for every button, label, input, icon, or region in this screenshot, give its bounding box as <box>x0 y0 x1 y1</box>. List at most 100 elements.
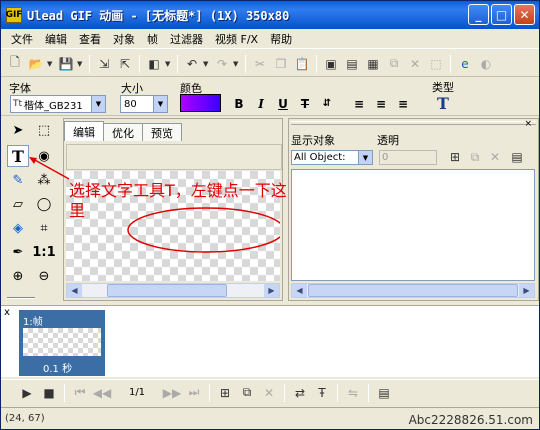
save-dropdown-icon[interactable]: ▼ <box>77 60 85 68</box>
object-filter-select[interactable]: All Object: ▼ <box>291 150 373 165</box>
scroll-thumb[interactable] <box>308 284 518 297</box>
ellipse-select-icon[interactable]: ◯ <box>33 193 55 215</box>
first-frame-icon[interactable]: ⏮ <box>70 383 90 403</box>
app-icon[interactable]: GIF <box>6 7 22 23</box>
object-list[interactable] <box>291 169 535 281</box>
copy-icon[interactable]: ❐ <box>271 54 291 74</box>
menu-help[interactable]: 帮助 <box>264 31 298 47</box>
menu-frame[interactable]: 帧 <box>141 31 164 47</box>
paste-icon[interactable]: 📋 <box>292 54 312 74</box>
font-select[interactable]: Tt 楷体_GB231 ▼ <box>10 95 106 113</box>
export-icon[interactable]: ⇱ <box>115 54 135 74</box>
frame-delay[interactable]: 0.1 秒 <box>43 360 72 375</box>
frame-item[interactable]: 1:帧 0.1 秒 <box>19 310 105 376</box>
open-dropdown-icon[interactable]: ▼ <box>47 60 55 68</box>
wizard-icon[interactable]: ◧ <box>144 54 164 74</box>
duplicate-icon[interactable]: ⧉ <box>384 54 404 74</box>
delete-object-icon[interactable]: ✕ <box>485 147 505 167</box>
delete-frame-icon[interactable]: ✕ <box>259 383 279 403</box>
object-properties-icon[interactable]: ▤ <box>507 147 527 167</box>
add-frame-icon[interactable]: ⊞ <box>215 383 235 403</box>
redo-icon[interactable]: ↷ <box>212 54 232 74</box>
menu-video-fx[interactable]: 视频 F/X <box>209 31 264 47</box>
menu-edit[interactable]: 编辑 <box>39 31 73 47</box>
chevron-down-icon[interactable]: ▼ <box>91 96 105 112</box>
eyedropper-icon[interactable]: ✒ <box>7 241 29 263</box>
banner-text-icon[interactable]: Ŧ <box>312 383 332 403</box>
maximize-button[interactable]: □ <box>491 4 512 25</box>
panel-close-icon[interactable]: × <box>524 119 532 129</box>
minimize-button[interactable]: _ <box>468 4 489 25</box>
actual-size-icon[interactable]: 1:1 <box>32 241 55 263</box>
menu-object[interactable]: 对象 <box>107 31 141 47</box>
size-select[interactable]: 80 ▼ <box>120 95 168 113</box>
chevron-down-icon[interactable]: ▼ <box>358 151 372 164</box>
stop-icon[interactable]: ■ <box>39 383 59 403</box>
zoom-in-icon[interactable]: ⊕ <box>7 265 29 287</box>
marquee-tool-icon[interactable]: ⬚ <box>33 119 55 141</box>
scroll-right-icon[interactable]: ▶ <box>264 284 279 297</box>
zoom-out-icon[interactable]: ⊖ <box>33 265 55 287</box>
eraser-tool-icon[interactable]: ▱ <box>7 193 29 215</box>
menu-filter[interactable]: 过滤器 <box>164 31 209 47</box>
color-swatch[interactable] <box>180 94 221 112</box>
new-object-icon[interactable]: ⊞ <box>445 147 465 167</box>
object-icon[interactable]: ▦ <box>363 54 383 74</box>
align-right-icon[interactable]: ≡ <box>395 95 411 112</box>
pointer-tool-icon[interactable]: ➤ <box>7 119 29 141</box>
text-type-icon[interactable]: T <box>435 94 451 113</box>
undo-icon[interactable]: ↶ <box>182 54 202 74</box>
panel-grip[interactable] <box>291 121 536 125</box>
scroll-thumb[interactable] <box>107 284 227 297</box>
previous-frame-icon[interactable]: ◀◀ <box>92 383 112 403</box>
canvas-hscrollbar[interactable]: ◀ ▶ <box>66 283 280 298</box>
toolbar-separator <box>245 54 246 73</box>
underline-button[interactable]: U <box>275 95 291 112</box>
menu-file[interactable]: 文件 <box>5 31 39 47</box>
canvas-size-icon[interactable]: ▣ <box>321 54 341 74</box>
close-button[interactable]: ✕ <box>514 4 535 25</box>
title-bar[interactable]: GIF Ulead GIF 动画 - [无标题*] (1X) 350x80 _ … <box>1 1 539 29</box>
text-effect-icon[interactable]: ⇵ <box>319 95 335 112</box>
cut-icon[interactable]: ✂ <box>250 54 270 74</box>
strikethrough-button[interactable]: T <box>297 95 313 112</box>
chevron-down-icon[interactable]: ▼ <box>153 96 167 112</box>
reverse-frames-icon[interactable]: ⇋ <box>343 383 363 403</box>
transparency-spinner[interactable]: 0 <box>379 150 437 165</box>
frame-panel-close[interactable]: x <box>4 307 10 318</box>
color-indicator <box>7 297 35 299</box>
tab-edit[interactable]: 编辑 <box>64 121 104 141</box>
tab-preview[interactable]: 预览 <box>142 123 182 141</box>
delete-icon[interactable]: ✕ <box>405 54 425 74</box>
crop-tool-icon[interactable]: ⌗ <box>33 217 55 239</box>
arrange-icon[interactable]: ⬚ <box>426 54 446 74</box>
undo-dropdown-icon[interactable]: ▼ <box>203 60 211 68</box>
italic-button[interactable]: I <box>253 95 269 112</box>
align-center-icon[interactable]: ≡ <box>373 95 389 112</box>
last-frame-icon[interactable]: ⏭ <box>184 383 204 403</box>
browser-preview-icon[interactable]: e <box>455 54 475 74</box>
frame-properties-icon[interactable]: ▤ <box>374 383 394 403</box>
open-folder-icon[interactable]: 📂 <box>26 54 46 74</box>
bold-button[interactable]: B <box>231 95 247 112</box>
redo-dropdown-icon[interactable]: ▼ <box>233 60 241 68</box>
wizard-dropdown-icon[interactable]: ▼ <box>165 60 173 68</box>
properties-icon[interactable]: ▤ <box>342 54 362 74</box>
optimize-icon[interactable]: ◐ <box>476 54 496 74</box>
duplicate-object-icon[interactable]: ⧉ <box>465 147 485 167</box>
fill-tool-icon[interactable]: ◈ <box>7 217 29 239</box>
save-icon[interactable]: 💾 <box>56 54 76 74</box>
scroll-left-icon[interactable]: ◀ <box>292 284 307 297</box>
scroll-left-icon[interactable]: ◀ <box>67 284 82 297</box>
menu-view[interactable]: 查看 <box>73 31 107 47</box>
duplicate-frame-icon[interactable]: ⧉ <box>237 383 257 403</box>
next-frame-icon[interactable]: ▶▶ <box>162 383 182 403</box>
play-icon[interactable]: ▶ <box>17 383 37 403</box>
scroll-right-icon[interactable]: ▶ <box>519 284 534 297</box>
object-hscrollbar[interactable]: ◀ ▶ <box>291 283 535 298</box>
tab-optimize[interactable]: 优化 <box>103 123 143 141</box>
align-left-icon[interactable]: ≡ <box>351 95 367 112</box>
import-icon[interactable]: ⇲ <box>94 54 114 74</box>
tween-icon[interactable]: ⇄ <box>290 383 310 403</box>
new-file-icon[interactable]: 🗋 <box>5 54 25 74</box>
